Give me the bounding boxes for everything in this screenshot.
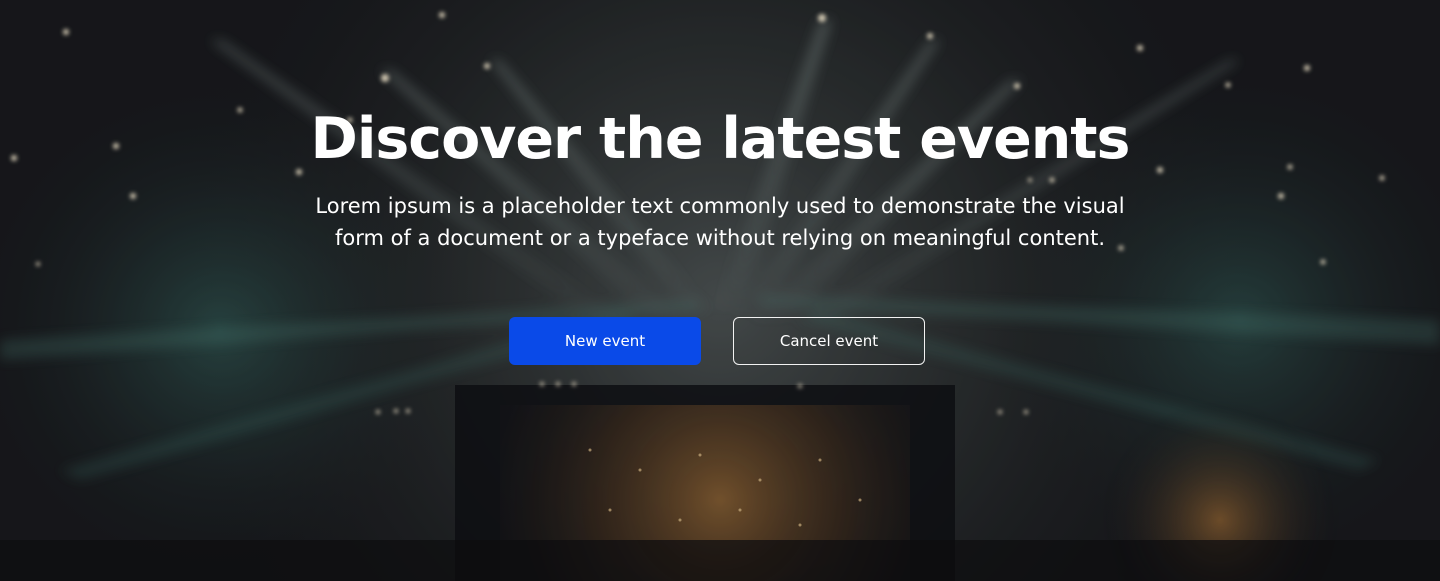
hero-title: Discover the latest events [310,106,1131,172]
new-event-button-label: New event [564,332,646,350]
hero-content: Discover the latest events Lorem ipsum i… [0,0,1440,581]
new-event-button[interactable]: New event [509,317,701,365]
hero-subtitle: Lorem ipsum is a placeholder text common… [315,194,1125,250]
cancel-event-button-label: Cancel event [779,332,879,350]
cancel-event-button[interactable]: Cancel event [733,317,925,365]
hero-section: Discover the latest events Lorem ipsum i… [0,0,1440,581]
